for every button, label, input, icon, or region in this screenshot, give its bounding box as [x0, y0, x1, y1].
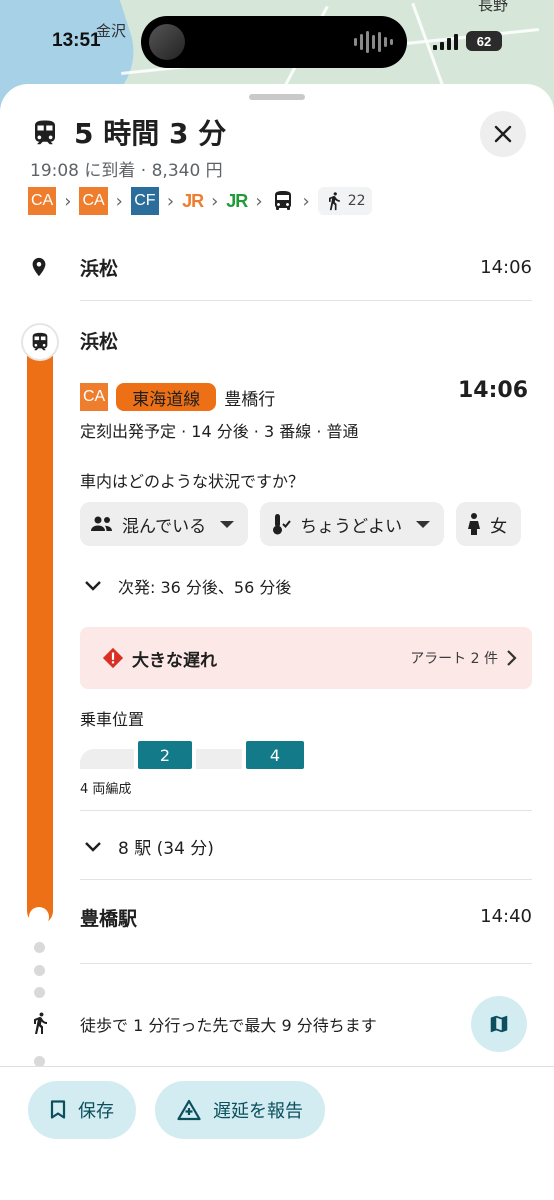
save-button[interactable]: 保存 — [28, 1081, 136, 1139]
line-name-badge: 東海道線 — [116, 383, 217, 411]
transit-line-track — [27, 342, 53, 924]
chevron-right-icon: › — [211, 190, 219, 212]
arrival-summary: 19:08 に到着 · 8,340 円 — [30, 161, 223, 181]
chevron-down-icon — [416, 520, 431, 528]
chevron-down-icon — [85, 841, 101, 852]
schedule-info: 定刻出発予定 · 14 分後 · 3 番線 · 普通 — [80, 422, 359, 441]
train-car-highlight: 4 — [246, 741, 304, 769]
origin-name[interactable]: 浜松 — [80, 254, 118, 281]
temperature-chip[interactable]: ちょうどよい — [260, 502, 445, 546]
close-icon — [494, 125, 512, 143]
thermometer-icon — [273, 514, 291, 535]
origin-time: 14:06 — [480, 257, 532, 278]
train-car — [196, 749, 242, 769]
report-delay-button[interactable]: 遅延を報告 — [155, 1081, 325, 1139]
boarding-position-label: 乗車位置 — [80, 710, 145, 729]
train-icon — [35, 120, 55, 145]
chevron-right-icon: › — [255, 190, 263, 212]
delay-alert[interactable]: 大きな遅れ アラート 2 件 — [80, 627, 532, 689]
arrival-stop-name[interactable]: 豊橋駅 — [80, 904, 137, 931]
crowd-feedback-chips: 混んでいる ちょうどよい 女 — [80, 502, 522, 546]
bus-icon — [274, 191, 291, 210]
dynamic-island[interactable] — [141, 16, 407, 68]
departure-time: 14:06 — [457, 378, 528, 403]
bookmark-icon — [50, 1100, 66, 1119]
line-chip-ca: CA — [79, 187, 108, 215]
chevron-right-icon: › — [115, 190, 123, 212]
battery-indicator: 62 — [466, 31, 502, 51]
alert-title: 大きな遅れ — [132, 650, 217, 671]
line-chip-cf: CF — [130, 187, 159, 215]
train-car-highlight: 2 — [138, 741, 192, 769]
map-icon — [490, 1015, 508, 1033]
warning-icon — [102, 647, 124, 669]
divider — [80, 300, 532, 301]
train-cars: 2 4 — [80, 741, 304, 769]
alert-count: アラート 2 件 — [410, 651, 498, 667]
train-destination: 豊橋行 — [224, 389, 276, 410]
woman-icon — [468, 513, 481, 535]
walking-icon — [34, 1012, 47, 1034]
jr-east-logo: JR — [226, 190, 248, 211]
sheet-grabber[interactable] — [249, 94, 305, 100]
walk-dot — [34, 942, 45, 953]
walk-dot — [34, 965, 45, 976]
walk-instruction: 徒歩で 1 分行った先で最大 9 分待ちます — [80, 1016, 377, 1035]
divider — [80, 810, 532, 811]
chevron-down-icon — [220, 520, 235, 528]
intermediate-stops-text: 8 駅 (34 分) — [118, 839, 214, 859]
train-car — [80, 749, 134, 769]
line-info[interactable]: CA 東海道線 豊橋行 — [80, 383, 275, 411]
temperature-label: ちょうどよい — [300, 516, 403, 537]
train-formation: 4 両編成 — [80, 782, 132, 797]
people-icon — [91, 516, 112, 531]
report-delay-label: 遅延を報告 — [213, 1101, 303, 1122]
chevron-right-icon: › — [64, 190, 72, 212]
walk-chip: 22 — [317, 187, 372, 215]
train-icon — [32, 332, 48, 351]
jr-central-logo: JR — [182, 190, 204, 211]
directions-sheet: 5 時間 3 分 19:08 に到着 · 8,340 円 CA › CA › C… — [0, 84, 554, 1200]
status-time: 13:51 — [52, 30, 101, 51]
walk-map-button[interactable] — [471, 996, 527, 1052]
arrival-time: 14:40 — [480, 906, 532, 927]
chevron-right-icon: › — [302, 190, 310, 212]
chevron-right-icon — [507, 650, 517, 666]
intermediate-stops-toggle[interactable]: 8 駅 (34 分) — [84, 834, 214, 859]
crowdedness-chip[interactable]: 混んでいる — [80, 502, 249, 546]
chevron-down-icon — [85, 581, 101, 591]
women-only-label: 女 — [490, 516, 508, 537]
crowdedness-label: 混んでいる — [122, 516, 207, 537]
action-bar: 保存 遅延を報告 — [0, 1066, 554, 1200]
divider — [80, 879, 532, 880]
route-summary: CA › CA › CF › JR › JR › › 22 — [28, 186, 372, 216]
walk-minutes: 22 — [347, 193, 366, 209]
save-label: 保存 — [78, 1101, 114, 1122]
women-only-chip[interactable]: 女 — [456, 502, 522, 546]
next-departures-text: 次発: 36 分後、56 分後 — [118, 578, 292, 597]
trip-duration: 5 時間 3 分 — [74, 117, 227, 150]
chevron-right-icon: › — [166, 190, 175, 212]
cellular-signal-icon — [433, 34, 458, 50]
arrival-node — [29, 907, 49, 927]
line-chip-ca: CA — [28, 187, 57, 215]
report-warning-icon — [177, 1099, 201, 1121]
boarding-stop-name[interactable]: 浜松 — [80, 327, 118, 354]
map-label-nagano: 長野 — [478, 0, 509, 14]
line-chip-ca: CA — [80, 383, 109, 411]
next-departures-toggle[interactable]: 次発: 36 分後、56 分後 — [84, 574, 291, 598]
album-art — [149, 24, 185, 60]
close-button[interactable] — [480, 111, 526, 157]
location-pin-icon — [32, 257, 46, 277]
divider — [80, 963, 532, 964]
crowd-question: 車内はどのような状況ですか？ — [80, 472, 305, 491]
walk-dot — [34, 987, 45, 998]
audio-waveform-icon — [354, 30, 393, 54]
walking-icon — [328, 192, 340, 211]
boarding-node — [21, 323, 59, 361]
